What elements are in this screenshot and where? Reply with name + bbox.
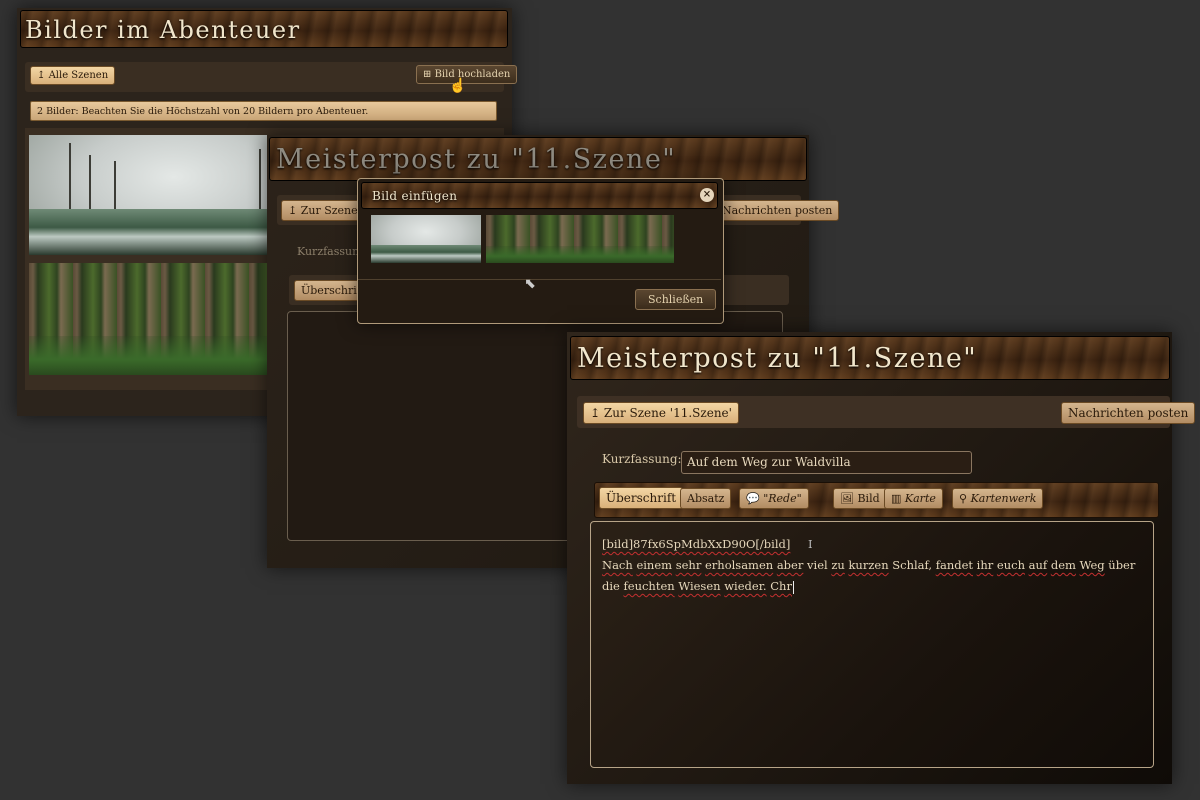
editor-word: einem: [636, 558, 673, 572]
arrow-cursor-icon: ⬉: [524, 276, 536, 292]
summary-value: Auf dem Weg zur Waldvilla: [687, 455, 851, 469]
dialog-thumb-forest[interactable]: [486, 215, 674, 263]
editor-word: dem: [1050, 558, 1076, 572]
all-scenes-button[interactable]: ↥ Alle Szenen: [30, 66, 116, 85]
all-scenes-label: Alle Szenen: [48, 70, 109, 81]
heading-label: Überschrift: [606, 491, 677, 505]
speech-bubble-icon: 💬: [746, 492, 760, 505]
map-label: Karte: [904, 492, 936, 505]
editor-word: aber: [776, 558, 804, 572]
image-button[interactable]: 🖼 Bild: [833, 488, 887, 509]
editor-word: Chr: [770, 579, 792, 593]
back-to-scene-button[interactable]: ↥ Zur Szene '11.Szene': [583, 402, 739, 424]
image-label: Bild: [857, 492, 880, 505]
dialog-thumb-fog[interactable]: [371, 215, 481, 263]
editor-word: Nach: [602, 558, 633, 572]
paragraph-label: Absatz: [687, 492, 725, 505]
post-editor-textarea[interactable]: [bild]87fx6SpMdbXxD90O[/bild] I Nach ein…: [590, 521, 1154, 768]
post-title: Meisterpost zu "11.Szene": [577, 343, 978, 374]
back-to-scene-label-back: Zur Szene: [300, 204, 358, 217]
post-title-bar: Meisterpost zu "11.Szene": [570, 336, 1170, 380]
notice-text: 2 Bilder: Beachten Sie die Höchstzahl vo…: [37, 106, 369, 117]
heading-label-back: Überschrift: [301, 284, 366, 297]
close-icon[interactable]: ×: [700, 188, 714, 202]
post-messages-label: Nachrichten posten: [1068, 406, 1189, 420]
editor-word: kurzen: [848, 558, 889, 572]
editor-word: über: [1108, 558, 1136, 572]
summary-input[interactable]: Auf dem Weg zur Waldvilla: [681, 451, 972, 474]
heading-button[interactable]: Überschrift: [599, 487, 684, 509]
upload-image-label: Bild hochladen: [434, 69, 511, 80]
editor-line-2: Nach einem sehr erholsamen aber viel zu …: [602, 555, 1142, 576]
upload-image-button[interactable]: ⊞ Bild hochladen: [416, 65, 518, 84]
dialog-title: Bild einfügen: [372, 189, 458, 203]
summary-label: Kurzfassung:: [602, 452, 682, 466]
post-title-bar-back: Meisterpost zu "11.Szene": [269, 137, 807, 181]
insert-image-dialog: Bild einfügen × Schließen: [357, 178, 724, 324]
post-messages-button-back[interactable]: Nachrichten posten: [715, 200, 840, 221]
editor-word: die: [602, 579, 620, 593]
summary-label-back: Kurzfassung: [297, 245, 367, 258]
map-button[interactable]: ▥ Karte: [884, 488, 943, 509]
gallery-title: Bilder im Abenteuer: [25, 16, 301, 44]
plus-icon: ⊞: [423, 69, 432, 80]
speech-label: "Rede": [763, 492, 802, 505]
editor-line-1: [bild]87fx6SpMdbXxD90O[/bild] I: [602, 534, 1142, 555]
editor-word: feuchten: [623, 579, 675, 593]
paragraph-button[interactable]: Absatz: [680, 488, 732, 509]
mapwork-button[interactable]: ⚲ Kartenwerk: [952, 488, 1044, 509]
image-icon: 🖼: [840, 492, 854, 505]
editor-word: sehr: [675, 558, 702, 572]
dialog-title-bar: Bild einfügen: [361, 182, 718, 209]
post-editor-window: Meisterpost zu "11.Szene" ↥ Zur Szene '1…: [567, 332, 1196, 784]
arrow-up-icon: ↥: [37, 70, 46, 81]
editor-word: erholsamen: [704, 558, 774, 572]
editor-word: fandet: [935, 558, 974, 572]
editor-word: euch: [996, 558, 1025, 572]
hand-cursor-icon: ☝: [449, 78, 467, 94]
close-dialog-label: Schließen: [648, 293, 704, 306]
text-caret: [792, 580, 794, 594]
editor-word: Wiesen: [678, 579, 721, 593]
back-to-scene-button-back[interactable]: ↥ Zur Szene: [281, 200, 365, 221]
map-icon: ▥: [891, 492, 902, 505]
editor-word: ihr: [976, 558, 994, 572]
editor-word: Weg: [1079, 558, 1105, 572]
arrow-up-icon: ↥: [288, 204, 298, 217]
back-to-scene-label: Zur Szene '11.Szene': [603, 406, 732, 420]
post-title-back: Meisterpost zu "11.Szene": [276, 144, 677, 175]
image-tag-text: [bild]87fx6SpMdbXxD90O[/bild]: [602, 537, 791, 551]
editor-word: zu: [831, 558, 845, 572]
post-messages-label-back: Nachrichten posten: [722, 204, 833, 217]
mapwork-label: Kartenwerk: [970, 492, 1037, 505]
text-cursor-icon: I: [808, 537, 813, 551]
map-pin-icon: ⚲: [959, 492, 968, 505]
close-dialog-button[interactable]: Schließen: [635, 289, 717, 310]
speech-button[interactable]: 💬 "Rede": [739, 488, 809, 509]
editor-word: auf: [1028, 558, 1048, 572]
post-messages-button[interactable]: Nachrichten posten: [1061, 402, 1196, 424]
arrow-up-icon: ↥: [590, 406, 601, 420]
editor-word: viel: [807, 558, 828, 572]
image-count-notice: 2 Bilder: Beachten Sie die Höchstzahl vo…: [30, 101, 497, 121]
dialog-divider: [358, 279, 721, 280]
gallery-title-bar: Bilder im Abenteuer: [20, 10, 508, 48]
editor-word: wieder.: [724, 579, 767, 593]
editor-line-3: die feuchten Wiesen wieder. Chr: [602, 576, 1142, 597]
editor-word: Schlaf,: [892, 558, 933, 572]
